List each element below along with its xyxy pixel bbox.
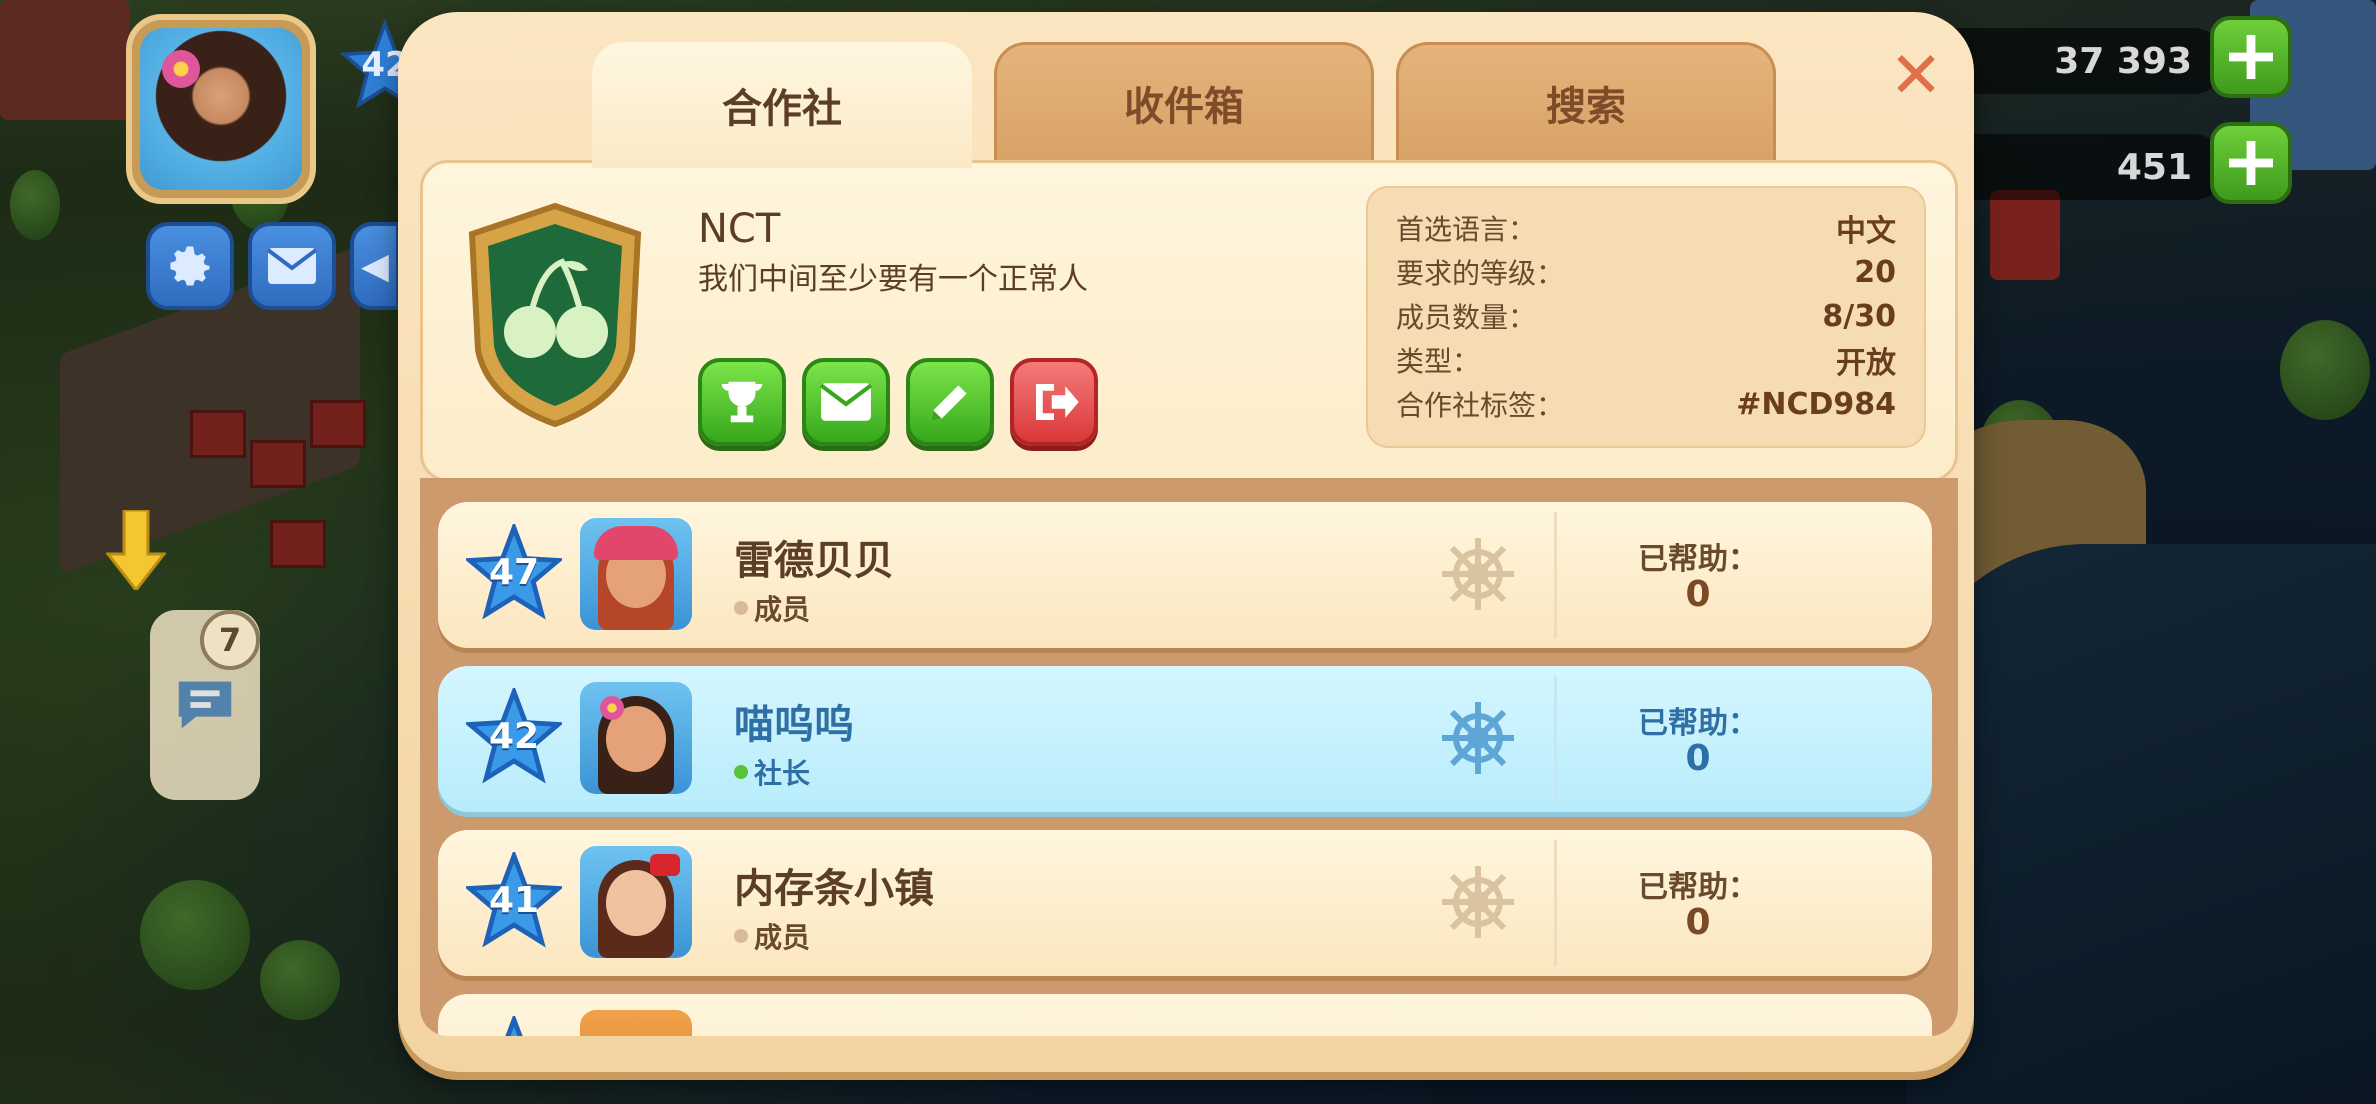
status-dot — [734, 929, 748, 943]
stat-language: 首选语言： 中文 — [1396, 206, 1896, 250]
member-avatar[interactable] — [580, 846, 692, 958]
member-role-text: 成员 — [754, 921, 811, 954]
member-level: 47 — [488, 551, 540, 593]
member-row[interactable]: 41 内存条小镇 成员 已帮助： 0 — [438, 830, 1932, 976]
member-role: 社长 — [734, 752, 810, 792]
member-name: 内存条小镇 — [734, 866, 934, 912]
member-name: 雷德贝贝 — [734, 538, 894, 584]
stat-value: 20 — [1854, 254, 1896, 290]
member-avatar[interactable] — [580, 1010, 692, 1036]
stat-member-count: 成员数量： 8/30 — [1396, 294, 1896, 338]
tab-coop[interactable]: 合作社 — [592, 42, 972, 168]
settings-button[interactable] — [146, 222, 234, 310]
status-dot — [734, 765, 748, 779]
share-icon: ◀ — [361, 245, 389, 287]
stat-value: #NCD984 — [1736, 386, 1896, 422]
divider — [1554, 840, 1557, 966]
envelope-icon — [266, 248, 318, 284]
stat-value: 中文 — [1836, 214, 1896, 249]
tab-search[interactable]: 搜索 — [1396, 42, 1776, 160]
mail-icon — [819, 383, 873, 421]
helped-count: 0 — [1685, 738, 1711, 779]
member-row[interactable]: 42 喵呜呜 社长 已帮助： 0 — [438, 666, 1932, 812]
member-level-badge: 42 — [466, 688, 562, 784]
member-list[interactable]: 47 雷德贝贝 成员 已帮助： 0 42 喵呜呜 社长 已帮助： 0 41 内存… — [420, 478, 1958, 1036]
divider — [1554, 512, 1557, 638]
cap-icon — [594, 526, 678, 560]
member-level-badge: 41 — [466, 852, 562, 948]
member-name: 喵呜呜 — [734, 702, 854, 748]
stat-value: 开放 — [1836, 346, 1896, 381]
helped-count: 0 — [1685, 574, 1711, 615]
stat-club-tag: 合作社标签： #NCD984 — [1396, 382, 1896, 426]
member-role-text: 成员 — [754, 593, 811, 626]
divider — [1554, 676, 1557, 802]
ship-wheel-icon — [1442, 702, 1514, 774]
status-dot — [734, 601, 748, 615]
avatar-face — [606, 870, 666, 936]
member-level: 42 — [488, 715, 540, 757]
plus-icon — [2229, 141, 2273, 185]
stat-label: 类型： — [1396, 345, 1481, 378]
stat-label: 要求的等级： — [1396, 257, 1565, 290]
gear-icon — [170, 246, 210, 286]
chat-bubble-icon — [178, 681, 232, 729]
member-role: 成员 — [734, 588, 810, 628]
trophy-icon — [721, 381, 763, 423]
member-avatar[interactable] — [580, 682, 692, 794]
member-role: 成员 — [734, 916, 810, 956]
stat-label: 合作社标签： — [1396, 389, 1565, 422]
cash-value: 451 — [2116, 146, 2192, 188]
club-mail-button[interactable] — [802, 358, 890, 446]
player-avatar-button[interactable] — [126, 14, 316, 204]
bow-icon — [650, 854, 680, 876]
close-button[interactable]: ✕ — [1888, 44, 1944, 108]
member-level: 41 — [488, 879, 540, 921]
ship-wheel-icon — [1442, 866, 1514, 938]
stat-type: 类型： 开放 — [1396, 338, 1896, 382]
club-name: NCT — [698, 206, 781, 252]
plus-icon — [2229, 35, 2273, 79]
add-cash-button[interactable] — [2210, 122, 2292, 204]
trophy-button[interactable] — [698, 358, 786, 446]
club-stats: 首选语言： 中文 要求的等级： 20 成员数量： 8/30 类型： 开放 合作社… — [1366, 186, 1926, 448]
stat-required-level: 要求的等级： 20 — [1396, 250, 1896, 294]
cherry-shield-icon — [468, 202, 642, 428]
member-avatar[interactable] — [580, 518, 692, 630]
member-level-badge: 47 — [466, 524, 562, 620]
club-description: 我们中间至少要有一个正常人 — [698, 262, 1088, 297]
helped-count: 0 — [1685, 902, 1711, 943]
member-role-text: 社长 — [754, 757, 811, 790]
add-coins-button[interactable] — [2210, 16, 2292, 98]
helped-label: 已帮助： — [1638, 542, 1758, 577]
arrow-down-icon — [106, 510, 166, 590]
exit-icon — [1036, 384, 1079, 420]
member-row-partial[interactable] — [438, 994, 1932, 1036]
chat-badge: 7 — [200, 610, 260, 670]
stat-value: 8/30 — [1822, 298, 1896, 334]
mail-button[interactable] — [248, 222, 336, 310]
star-icon — [505, 1016, 523, 1036]
leave-club-button[interactable] — [1010, 358, 1098, 446]
member-level-badge — [466, 1016, 562, 1036]
flower-icon — [162, 50, 200, 88]
edit-club-button[interactable] — [906, 358, 994, 446]
flower-icon — [600, 696, 624, 720]
helped-label: 已帮助： — [1638, 706, 1758, 741]
ship-wheel-icon — [1442, 538, 1514, 610]
stat-label: 成员数量： — [1396, 301, 1537, 334]
tab-inbox[interactable]: 收件箱 — [994, 42, 1374, 160]
stat-label: 首选语言： — [1396, 213, 1537, 246]
share-button[interactable]: ◀ — [350, 222, 400, 310]
player-avatar — [140, 28, 302, 190]
member-row[interactable]: 47 雷德贝贝 成员 已帮助： 0 — [438, 502, 1932, 648]
coins-value: 37 393 — [2054, 40, 2192, 82]
helped-label: 已帮助： — [1638, 870, 1758, 905]
pencil-icon — [931, 385, 967, 421]
